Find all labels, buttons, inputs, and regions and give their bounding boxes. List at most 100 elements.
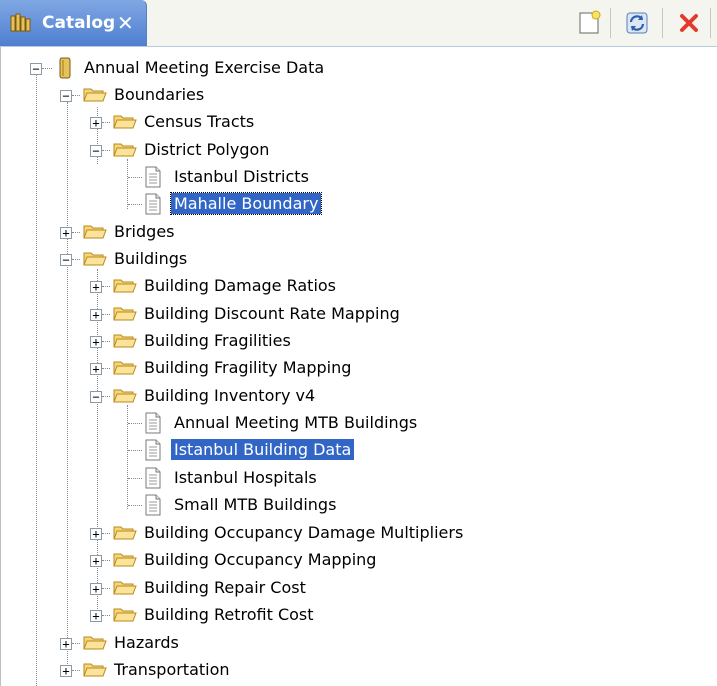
tree-label: Annual Meeting MTB Buildings xyxy=(174,413,418,432)
tree-item-district-polygon[interactable]: − District Polygon xyxy=(1,137,717,163)
tree-item-root[interactable]: − Annual Meeting Exercise Data xyxy=(1,55,717,81)
database-icon xyxy=(59,57,71,79)
tree-label: Building Fragility Mapping xyxy=(144,358,352,377)
close-icon[interactable]: ✕ xyxy=(117,11,134,35)
tree-item-building-inventory-v4[interactable]: − Building Inventory v4 xyxy=(1,383,717,409)
expand-icon[interactable]: + xyxy=(90,281,102,293)
tree-guide xyxy=(102,588,110,589)
folder-icon xyxy=(83,636,107,650)
tree-item-building-fragilities[interactable]: + Building Fragilities xyxy=(1,328,717,354)
tree-item-building-occupancy-damage-multipliers[interactable]: + Building Occupancy Damage Multipliers xyxy=(1,520,717,546)
delete-icon[interactable] xyxy=(676,10,702,36)
expand-icon[interactable]: + xyxy=(90,610,102,622)
tree-item-boundaries[interactable]: − Boundaries xyxy=(1,82,717,108)
tree-item-mahalle-boundary[interactable]: Mahalle Boundary xyxy=(1,191,717,217)
folder-icon xyxy=(113,608,137,622)
folder-icon xyxy=(113,389,137,403)
tree-label: Mahalle Boundary xyxy=(169,192,323,215)
expand-icon[interactable]: + xyxy=(60,665,72,677)
tree-item-istanbul-building-data[interactable]: Istanbul Building Data xyxy=(1,437,717,463)
tree-item-hazards[interactable]: + Hazards xyxy=(1,630,717,656)
tree-item-buildings[interactable]: − Buildings xyxy=(1,246,717,272)
layer-icon xyxy=(145,439,161,461)
tree-item-istanbul-hospitals[interactable]: Istanbul Hospitals xyxy=(1,465,717,491)
tree-item-building-damage-ratios[interactable]: + Building Damage Ratios xyxy=(1,273,717,299)
folder-icon xyxy=(113,581,137,595)
tree-label: Building Inventory v4 xyxy=(144,386,316,405)
expand-icon[interactable]: + xyxy=(90,528,102,540)
expand-icon[interactable]: + xyxy=(90,336,102,348)
folder-icon xyxy=(113,361,137,375)
tree-item-small-mtb-buildings[interactable]: Small MTB Buildings xyxy=(1,492,717,518)
collapse-icon[interactable]: − xyxy=(60,90,72,102)
folder-icon xyxy=(113,115,137,129)
new-document-icon[interactable] xyxy=(576,10,602,36)
tree-guide xyxy=(128,478,142,479)
tree-label: Boundaries xyxy=(114,85,205,104)
tree-guide xyxy=(72,670,80,671)
folder-icon xyxy=(113,526,137,540)
folder-icon xyxy=(113,553,137,567)
folder-icon xyxy=(83,252,107,266)
layer-icon xyxy=(145,412,161,434)
expand-icon[interactable]: + xyxy=(60,638,72,650)
tree-item-bridges[interactable]: + Bridges xyxy=(1,219,717,245)
tree-item-transportation[interactable]: + Transportation xyxy=(1,657,717,683)
catalog-tree: − Annual Meeting Exercise Data − Boundar… xyxy=(0,47,717,686)
collapse-icon[interactable]: − xyxy=(90,391,102,403)
expand-icon[interactable]: + xyxy=(90,363,102,375)
folder-icon xyxy=(113,279,137,293)
tree-item-building-repair-cost[interactable]: + Building Repair Cost xyxy=(1,575,717,601)
tree-item-building-occupancy-mapping[interactable]: + Building Occupancy Mapping xyxy=(1,547,717,573)
tree-label: Istanbul Building Data xyxy=(171,439,355,460)
tree-guide xyxy=(102,341,110,342)
tree-label: Hazards xyxy=(114,633,179,652)
tree-item-building-retrofit-cost[interactable]: + Building Retrofit Cost xyxy=(1,602,717,628)
tree-label: Building Occupancy Mapping xyxy=(144,550,377,569)
tree-label: Annual Meeting Exercise Data xyxy=(84,58,325,77)
tree-label: District Polygon xyxy=(144,140,270,159)
tree-guide xyxy=(72,232,80,233)
tree-guide xyxy=(128,177,142,178)
tree-guide xyxy=(102,560,110,561)
tree-item-building-fragility-mapping[interactable]: + Building Fragility Mapping xyxy=(1,355,717,381)
refresh-icon[interactable] xyxy=(624,10,650,36)
expand-icon[interactable]: + xyxy=(90,309,102,321)
catalog-icon xyxy=(10,13,31,32)
tree-label: Building Retrofit Cost xyxy=(144,605,314,624)
tree-guide xyxy=(128,505,142,506)
collapse-icon[interactable]: − xyxy=(30,63,42,75)
tree-item-census-tracts[interactable]: + Census Tracts xyxy=(1,109,717,135)
tree-label: Building Damage Ratios xyxy=(144,276,337,295)
tree-label: Istanbul Districts xyxy=(174,167,309,186)
expand-icon[interactable]: + xyxy=(90,555,102,567)
tree-guide xyxy=(102,286,110,287)
tab-bar: Catalog ✕ xyxy=(0,0,717,47)
tree-guide xyxy=(72,95,80,96)
collapse-icon[interactable]: − xyxy=(60,254,72,266)
expand-icon[interactable]: + xyxy=(60,227,72,239)
folder-icon xyxy=(113,334,137,348)
tree-guide xyxy=(102,533,110,534)
collapse-icon[interactable]: − xyxy=(90,145,102,157)
expand-icon[interactable]: + xyxy=(90,117,102,129)
layer-icon xyxy=(145,193,161,215)
tree-label: Small MTB Buildings xyxy=(174,495,337,514)
folder-icon xyxy=(83,663,107,677)
folder-icon xyxy=(83,225,107,239)
tree-item-annual-meeting-mtb-buildings[interactable]: Annual Meeting MTB Buildings xyxy=(1,410,717,436)
expand-icon[interactable]: + xyxy=(90,583,102,595)
tab-title: Catalog xyxy=(42,13,116,33)
tree-guide xyxy=(102,150,110,151)
toolbar-separator xyxy=(662,8,663,38)
tree-item-building-discount-rate-mapping[interactable]: + Building Discount Rate Mapping xyxy=(1,301,717,327)
layer-icon xyxy=(145,467,161,489)
tree-item-istanbul-districts[interactable]: Istanbul Districts xyxy=(1,164,717,190)
tree-label: Transportation xyxy=(114,660,230,679)
tree-guide xyxy=(102,615,110,616)
tree-guide xyxy=(42,68,52,69)
toolbar-separator xyxy=(610,8,611,38)
tab-catalog[interactable]: Catalog ✕ xyxy=(0,0,147,46)
tree-label: Building Fragilities xyxy=(144,331,291,350)
folder-icon xyxy=(113,307,137,321)
